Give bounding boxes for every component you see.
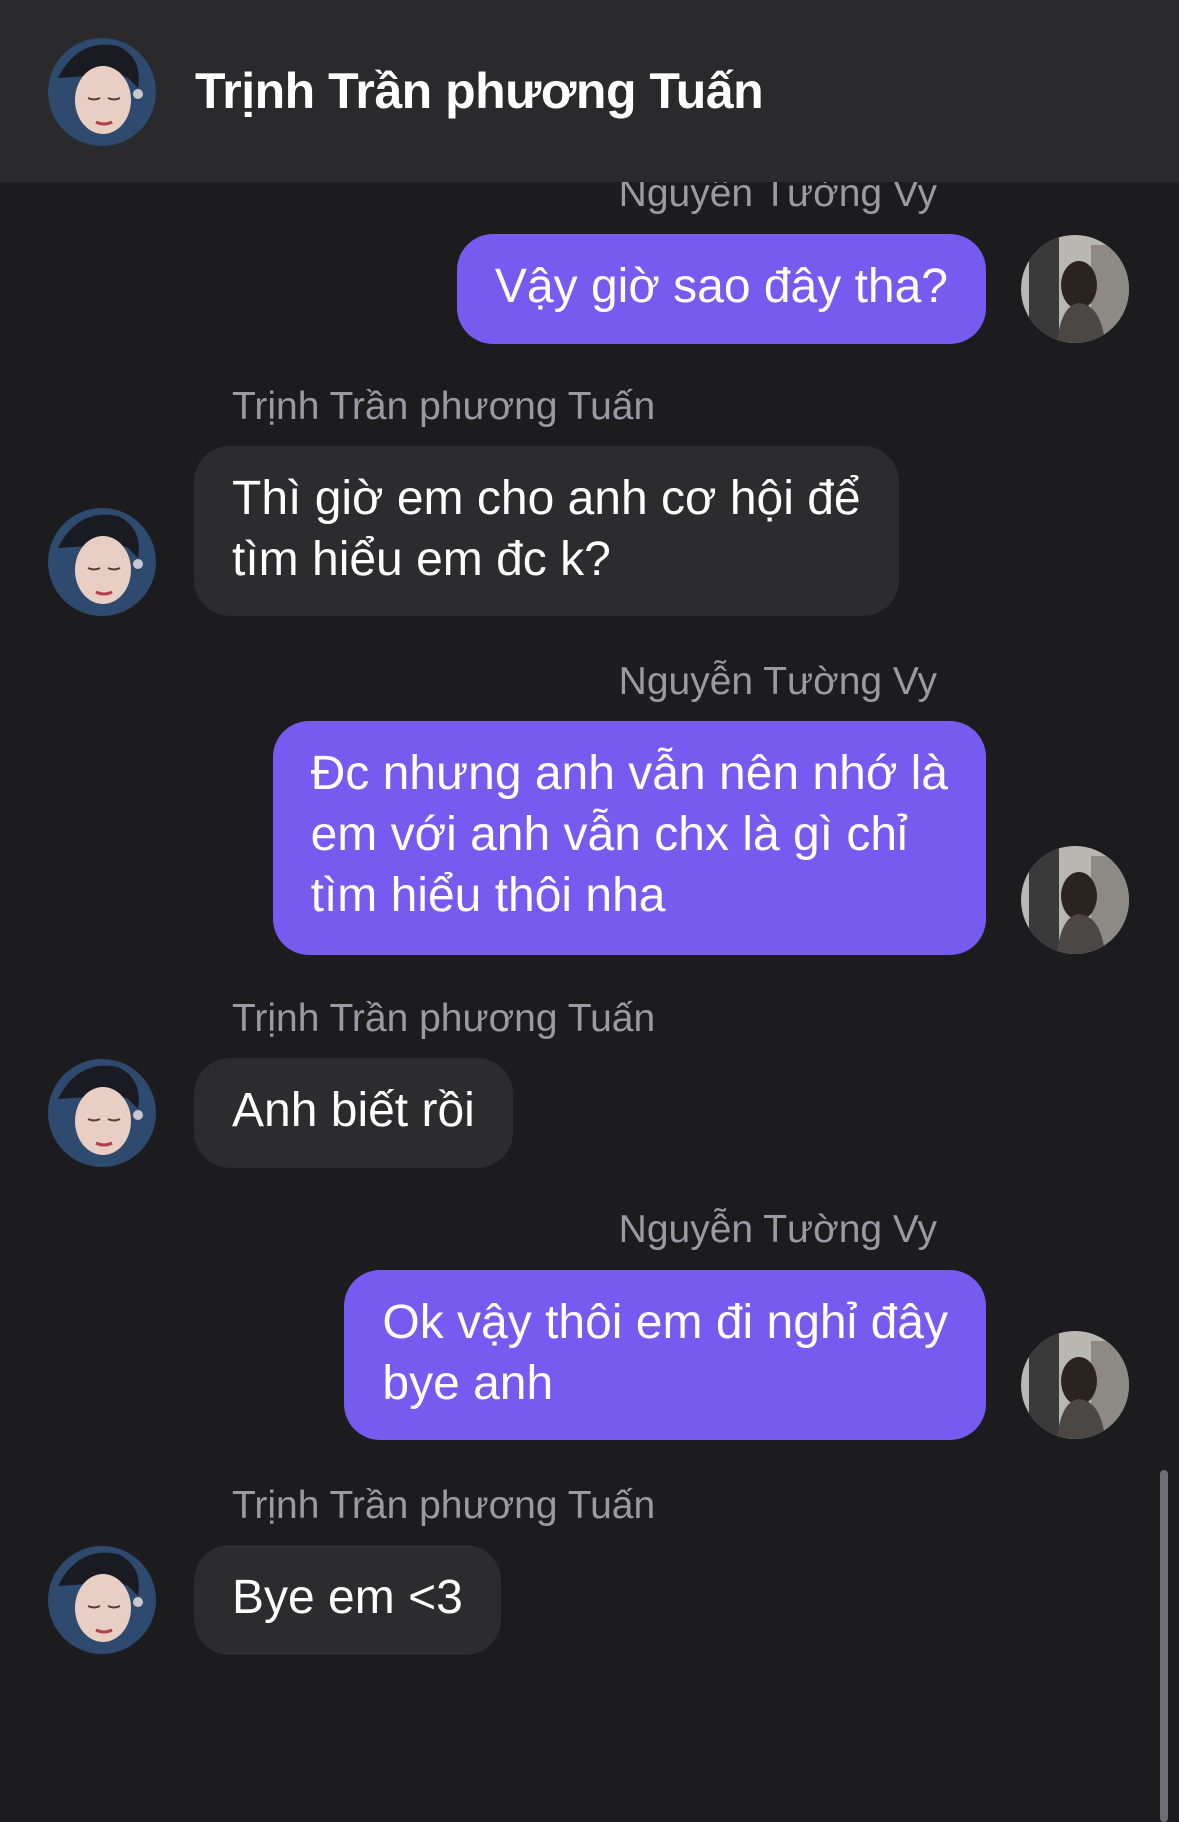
contact-avatar-icon[interactable] — [48, 1059, 156, 1167]
chat-header: Trịnh Trần phương Tuấn — [0, 0, 1179, 182]
message-text: Đc nhưng anh vẫn nên nhớ là — [310, 747, 948, 800]
message-text: Ok vậy thôi em đi nghỉ đây — [382, 1296, 948, 1349]
my-avatar-icon[interactable] — [1021, 846, 1129, 954]
message-bubble-incoming[interactable]: Bye em <3 — [194, 1545, 501, 1655]
message-bubble-outgoing[interactable]: Ok vậy thôi em đi nghỉ đây bye anh — [344, 1270, 986, 1440]
message-bubble-outgoing[interactable]: Vậy giờ sao đây tha? — [456, 234, 986, 344]
message-bubble-incoming[interactable]: Anh biết rồi — [194, 1058, 513, 1168]
message-list[interactable]: Nguyễn Tường Vy Vậy giờ sao đây tha? Trị… — [0, 0, 1179, 1822]
sender-name: Trịnh Trần phương Tuấn — [232, 997, 656, 1040]
contact-avatar-icon[interactable] — [48, 508, 156, 616]
message-text: tìm hiểu em đc k? — [232, 533, 611, 586]
sender-name: Trịnh Trần phương Tuấn — [232, 385, 656, 428]
message-text: tìm hiểu thôi nha — [310, 869, 666, 922]
message-bubble-incoming[interactable]: Thì giờ em cho anh cơ hội để tìm hiểu em… — [194, 446, 899, 616]
sender-name: Nguyễn Tường Vy — [618, 660, 937, 703]
sender-name: Trịnh Trần phương Tuấn — [232, 1484, 656, 1527]
contact-avatar-icon[interactable] — [48, 1546, 156, 1654]
sender-name: Nguyễn Tường Vy — [618, 1208, 937, 1251]
contact-avatar-icon[interactable] — [48, 38, 156, 146]
message-bubble-outgoing[interactable]: Đc nhưng anh vẫn nên nhớ là em với anh v… — [272, 721, 986, 955]
message-text: em với anh vẫn chx là gì chỉ — [310, 808, 908, 861]
message-text: bye anh — [382, 1357, 554, 1410]
my-avatar-icon[interactable] — [1021, 235, 1129, 343]
message-text: Bye em <3 — [232, 1571, 463, 1624]
scrollbar[interactable] — [1160, 1470, 1168, 1822]
message-text: Vậy giờ sao đây tha? — [494, 260, 948, 313]
message-text: Anh biết rồi — [232, 1084, 475, 1137]
chat-screen: Nguyễn Tường Vy Vậy giờ sao đây tha? Trị… — [0, 0, 1179, 1822]
my-avatar-icon[interactable] — [1021, 1331, 1129, 1439]
message-text: Thì giờ em cho anh cơ hội để — [232, 472, 861, 525]
chat-title[interactable]: Trịnh Trần phương Tuấn — [195, 62, 764, 120]
